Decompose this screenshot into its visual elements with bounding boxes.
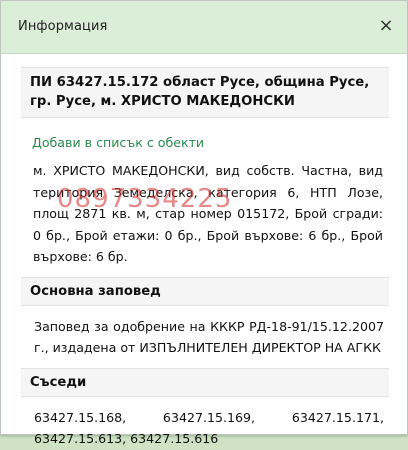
dialog-titlebar: Информация ×	[1, 1, 407, 54]
section-title-order: Основна заповед	[21, 276, 389, 306]
dialog-title: Информация	[18, 19, 108, 34]
section-body-neighbours: 63427.15.168, 63427.15.169, 63427.15.171…	[34, 409, 384, 447]
parcel-description: м. ХРИСТО МАКЕДОНСКИ, вид собств. Частна…	[33, 160, 383, 268]
parcel-heading: ПИ 63427.15.172 област Русе, община Русе…	[21, 67, 389, 118]
close-icon[interactable]: ×	[375, 15, 397, 37]
info-dialog: Информация × ПИ 63427.15.172 област Русе…	[0, 0, 408, 446]
section-body-order: Заповед за одобрение на КККР РД-18-91/15…	[34, 318, 384, 356]
section-title-neighbours: Съседи	[21, 367, 389, 397]
dialog-content: ПИ 63427.15.172 област Русе, община Русе…	[21, 67, 389, 450]
parcel-description-text: м. ХРИСТО МАКЕДОНСКИ, вид собств. Частна…	[33, 163, 383, 264]
add-to-list-link[interactable]: Добави в списък с обекти	[32, 135, 389, 150]
